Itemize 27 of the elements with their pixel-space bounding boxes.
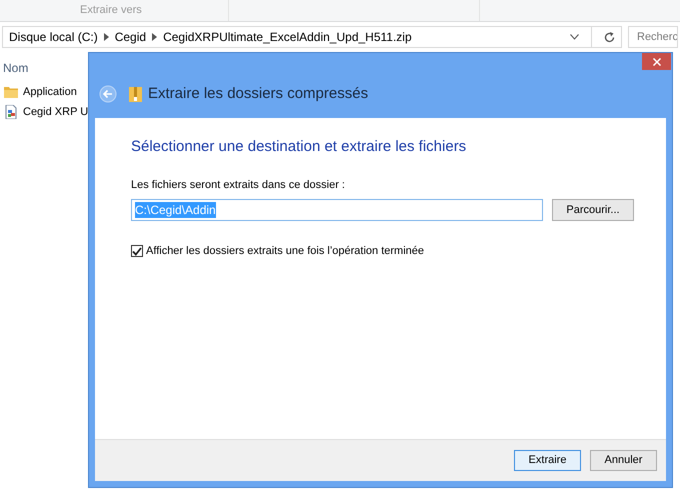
browse-button[interactable]: Parcourir...	[552, 199, 634, 221]
dialog-title: Extraire les dossiers compressés	[148, 84, 368, 104]
path-text: C:\Cegid\Addin	[135, 202, 216, 218]
close-icon	[652, 58, 660, 66]
field-label: Les fichiers seront extraits dans ce dossier :	[131, 178, 346, 192]
breadcrumb-item[interactable]: CegidXRPUltimate_ExcelAddin_Upd_H511.zip	[163, 28, 412, 46]
file-name[interactable]: Cegid XRP U	[23, 104, 88, 120]
refresh-icon[interactable]	[604, 32, 615, 42]
file-name[interactable]: Application	[23, 84, 77, 100]
document-icon	[4, 105, 18, 119]
checkbox[interactable]	[131, 245, 143, 258]
dialog-button[interactable]: Annuler	[590, 450, 657, 471]
zip-folder-icon	[129, 86, 142, 102]
breadcrumb-item[interactable]: Disque local (C:)	[9, 28, 98, 46]
column-header[interactable]: Nom	[3, 61, 28, 75]
chevron-right-icon	[152, 33, 158, 41]
folder-icon	[4, 86, 18, 98]
checkmark-icon	[132, 246, 142, 256]
dialog-button[interactable]: Extraire	[514, 450, 581, 471]
chevron-right-icon	[104, 33, 109, 41]
dialog-heading: Sélectionner une destination et extraire les fichiers	[131, 137, 468, 157]
ribbon-label: Extraire vers	[80, 3, 142, 18]
checkbox-label[interactable]: Afficher les dossiers extraits une fois l’opération terminée	[146, 243, 424, 260]
dropdown-icon[interactable]	[570, 34, 579, 40]
close-button[interactable]	[642, 53, 671, 70]
address-bar[interactable]: Disque local (C:) Cegid CegidXRPUltimate_ExcelAddin_Upd_H511.zip	[2, 26, 622, 48]
breadcrumb-item[interactable]: Cegid	[114, 28, 146, 46]
